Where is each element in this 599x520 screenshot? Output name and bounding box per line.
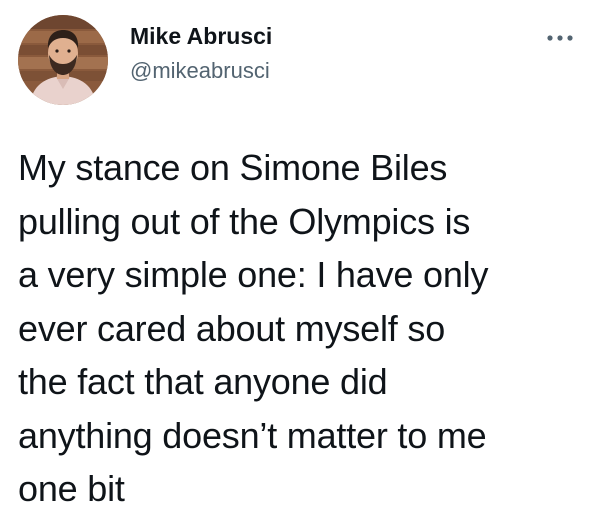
user-info: Mike Abrusci @mikeabrusci <box>130 22 272 85</box>
user-avatar[interactable] <box>18 15 108 105</box>
user-handle[interactable]: @mikeabrusci <box>130 57 272 85</box>
more-horizontal-icon <box>547 35 573 41</box>
tweet-card: Mike Abrusci @mikeabrusci My stance on S… <box>0 0 599 520</box>
display-name[interactable]: Mike Abrusci <box>130 22 272 50</box>
avatar-photo-icon <box>18 15 108 105</box>
tweet-text: My stance on Simone Biles pulling out of… <box>18 147 489 509</box>
more-options-button[interactable] <box>542 28 578 48</box>
